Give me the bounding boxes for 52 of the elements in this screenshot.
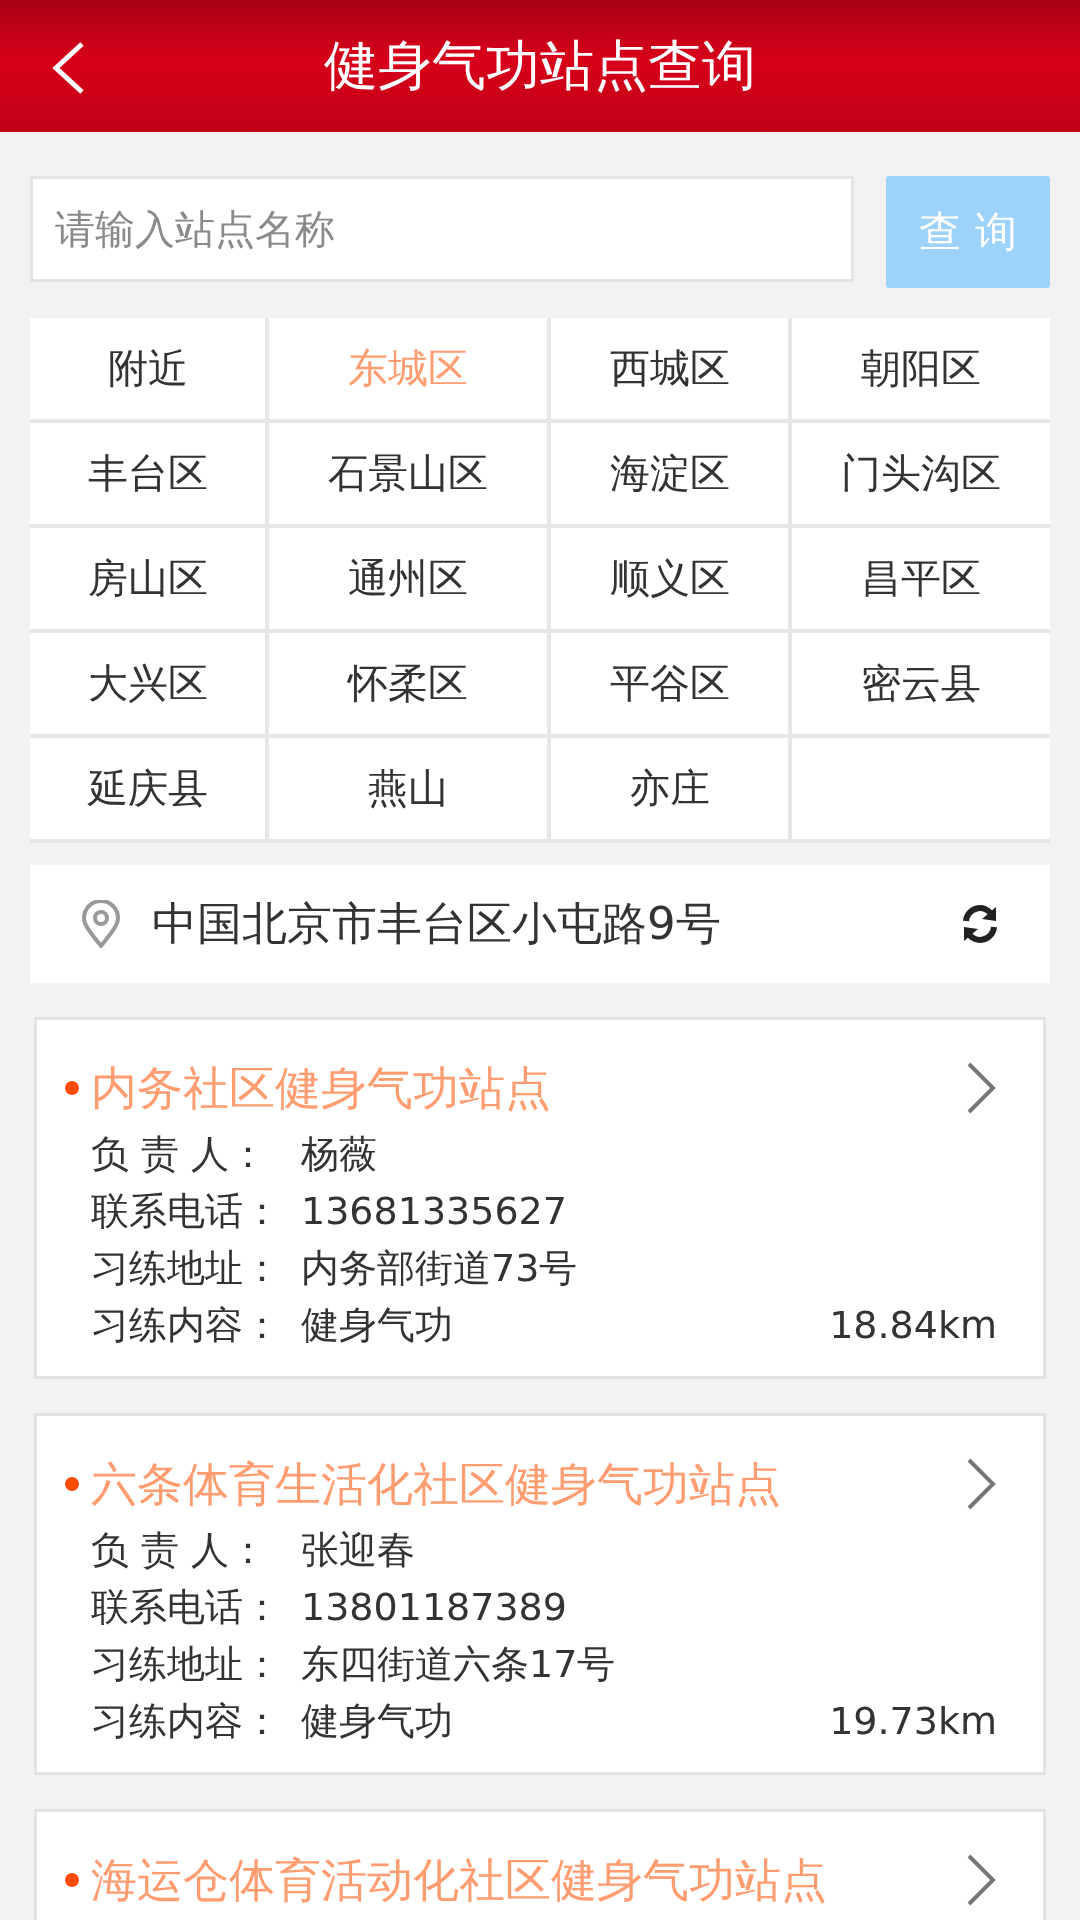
chevron-right-icon [965, 1852, 997, 1908]
district-tab[interactable]: 房山区 [30, 528, 265, 629]
detail-label: 负 责 人： [91, 1131, 269, 1178]
station-name: 内务社区健身气功站点 [91, 1060, 552, 1117]
refresh-icon[interactable] [960, 904, 1000, 944]
page-title: 健身气功站点查询 [324, 32, 756, 99]
detail-label: 习练地址： [91, 1641, 282, 1688]
district-tab[interactable]: 平谷区 [551, 633, 788, 734]
district-tab[interactable]: 燕山 [269, 738, 547, 839]
distance-text: 19.73km [829, 1698, 997, 1745]
district-tab[interactable]: 门头沟区 [792, 423, 1050, 524]
district-tab[interactable]: 海淀区 [551, 423, 788, 524]
bullet-icon [65, 1873, 79, 1887]
station-name: 六条体育生活化社区健身气功站点 [91, 1456, 782, 1513]
district-tab[interactable]: 昌平区 [792, 528, 1050, 629]
detail-label: 习练地址： [91, 1245, 282, 1292]
detail-value: 内务部街道73号 [301, 1245, 579, 1292]
detail-label: 联系电话： [91, 1188, 282, 1235]
detail-value: 东四街道六条17号 [301, 1641, 617, 1688]
district-tab[interactable]: 西城区 [551, 318, 788, 419]
distance-text: 18.84km [829, 1302, 997, 1349]
location-pin-icon [80, 900, 122, 948]
detail-value: 健身气功 [301, 1698, 454, 1745]
detail-value: 张迎春 [301, 1527, 416, 1574]
bullet-icon [65, 1477, 79, 1491]
district-tab[interactable]: 怀柔区 [269, 633, 547, 734]
chevron-right-icon [965, 1456, 997, 1512]
district-tab[interactable]: 大兴区 [30, 633, 265, 734]
district-tab[interactable]: 石景山区 [269, 423, 547, 524]
detail-value: 13801187389 [301, 1584, 568, 1631]
detail-label: 负 责 人： [91, 1527, 269, 1574]
district-tab[interactable]: 延庆县 [30, 738, 265, 839]
search-field[interactable]: 请输入站点名称 [30, 176, 854, 282]
detail-value: 健身气功 [301, 1302, 454, 1349]
district-tab[interactable]: 通州区 [269, 528, 547, 629]
district-tab[interactable]: 丰台区 [30, 423, 265, 524]
detail-label: 习练内容： [91, 1698, 282, 1745]
detail-label: 习练内容： [91, 1302, 282, 1349]
district-tab[interactable]: 亦庄 [551, 738, 788, 839]
district-tab[interactable]: 附近 [30, 318, 265, 419]
bullet-icon [65, 1081, 79, 1095]
district-tab[interactable]: 顺义区 [551, 528, 788, 629]
detail-value: 13681335627 [301, 1188, 568, 1235]
station-name: 海运仓体育活动化社区健身气功站点 [91, 1852, 828, 1909]
district-tab[interactable]: 密云县 [792, 633, 1050, 734]
station-card[interactable]: 六条体育生活化社区健身气功站点 负 责 人： 张迎春 联系电话： 13801187389 习练地址： 东四街道六条17号 习练内容： 健身气功 19.73km [34, 1413, 1046, 1775]
chevron-right-icon [965, 1060, 997, 1116]
district-tab[interactable]: 朝阳区 [792, 318, 1050, 419]
detail-label: 联系电话： [91, 1584, 282, 1631]
current-address: 中国北京市丰台区小屯路9号 [152, 896, 722, 952]
station-card[interactable]: 内务社区健身气功站点 负 责 人： 杨薇 联系电话： 13681335627 习练地址： 内务部街道73号 习练内容： 健身气功 18.84km [34, 1017, 1046, 1379]
detail-value: 杨薇 [301, 1131, 378, 1178]
